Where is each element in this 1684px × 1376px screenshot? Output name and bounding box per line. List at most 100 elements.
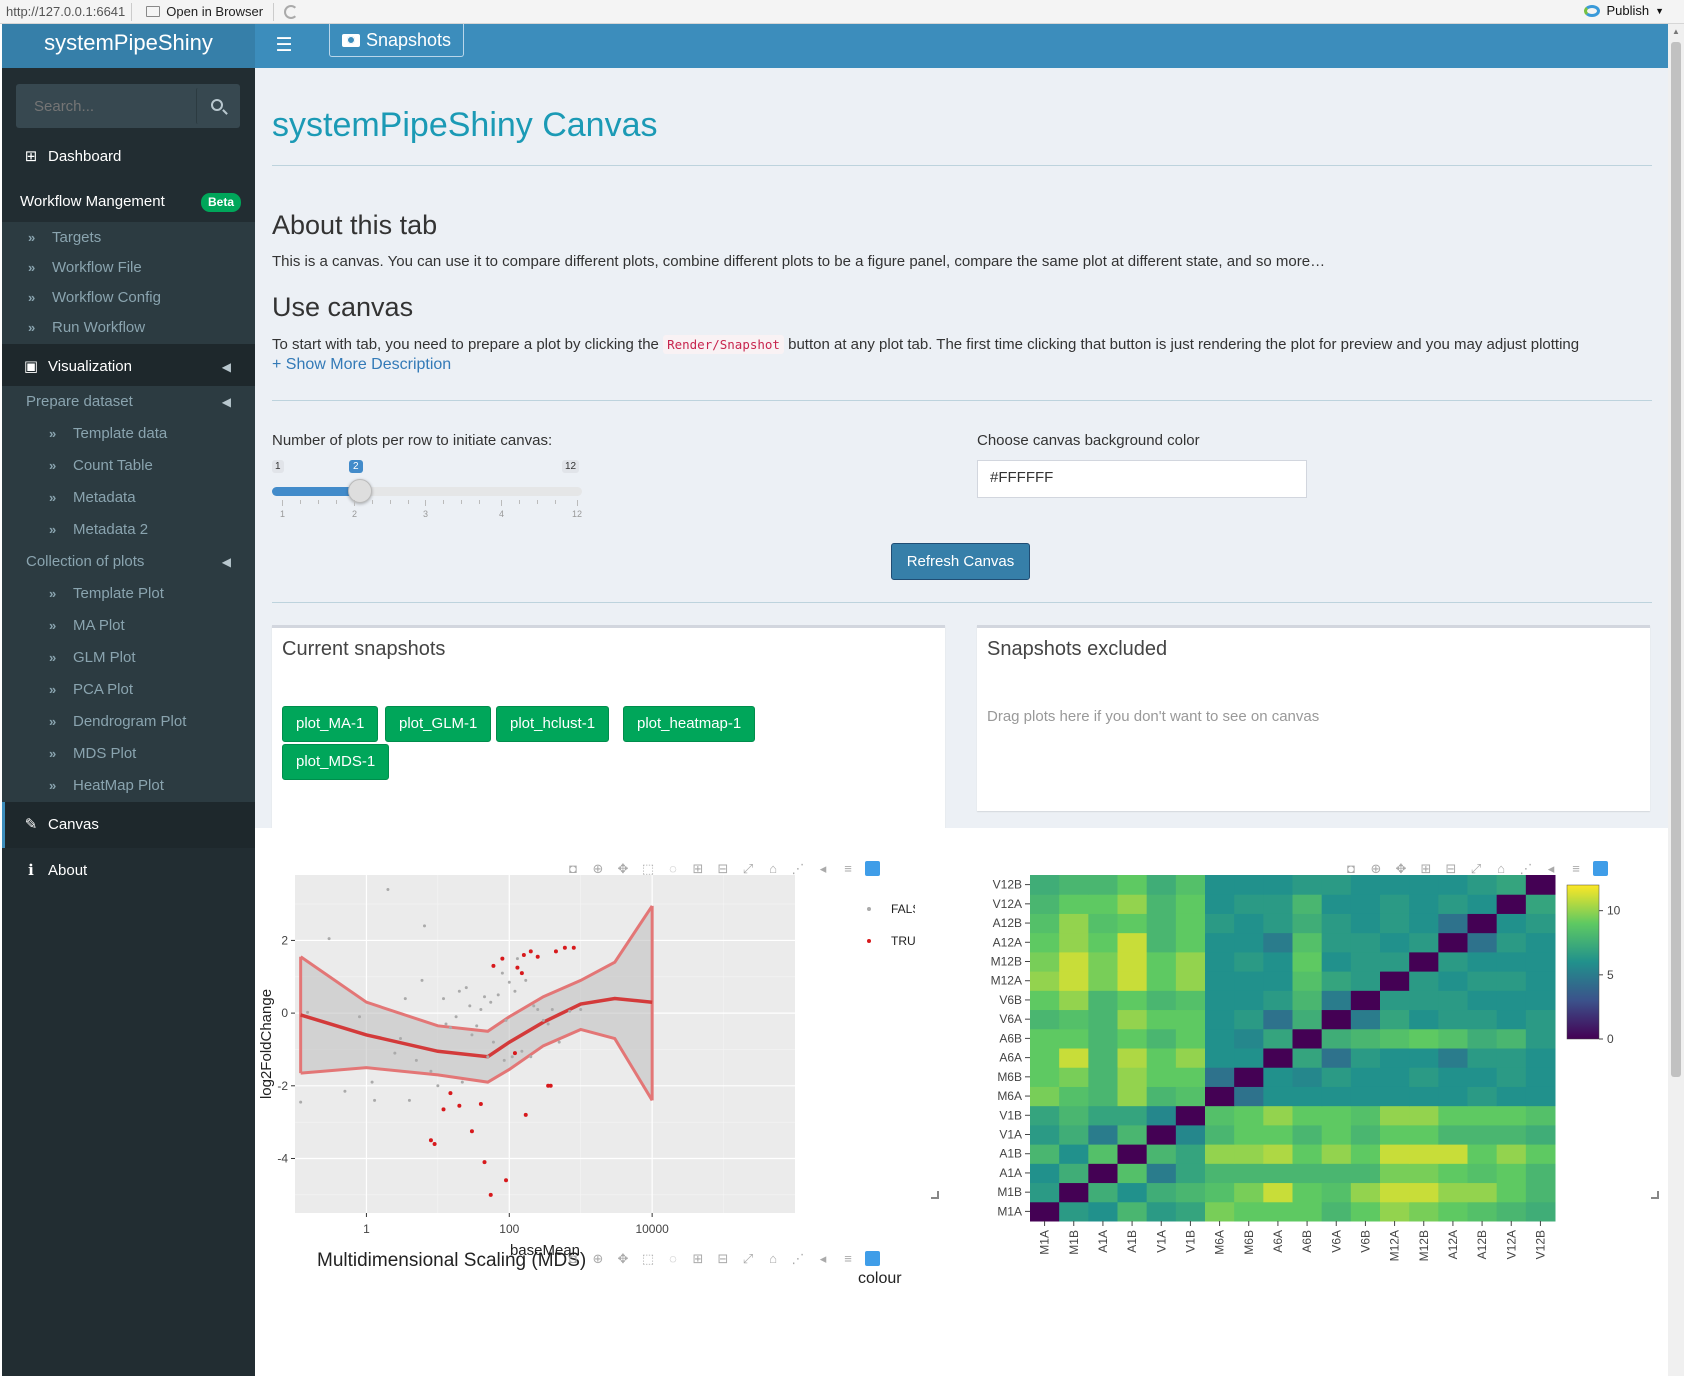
ma-plot[interactable]: 11001000020-2-4baseMeanlog2FoldChangepad… [255, 873, 915, 1293]
sidebar-item-glm-plot[interactable]: » GLM Plot [2, 642, 255, 674]
sidebar-item-canvas[interactable]: ✎ Canvas [2, 802, 255, 848]
box-select-icon[interactable]: ⬚ [640, 1251, 656, 1266]
snapshot-tag[interactable]: plot_heatmap-1 [623, 706, 756, 742]
x-tick-label: 100 [499, 1222, 519, 1236]
autoscale-icon[interactable]: ⤢ [740, 1251, 756, 1266]
camera-icon[interactable]: ◘ [565, 1251, 581, 1266]
point-nonsignificant [399, 1037, 403, 1041]
heatmap-cell [1059, 1182, 1089, 1203]
hover-closest-icon[interactable]: ◂ [815, 1251, 831, 1266]
bg-color-input[interactable]: #FFFFFF [977, 460, 1307, 498]
zoom-icon[interactable]: ⊕ [590, 1251, 606, 1266]
home-icon[interactable]: ⌂ [765, 1251, 781, 1266]
heatmap-cell [1205, 990, 1235, 1011]
zoom-in-icon[interactable]: ⊞ [690, 1251, 706, 1266]
top-navbar: ☰ Snapshots [255, 24, 1668, 68]
sidebar-item-template-data[interactable]: » Template data [2, 418, 255, 450]
slider-handle[interactable] [348, 479, 372, 503]
heatmap-cell [1380, 1124, 1410, 1145]
sidebar-item-metadata[interactable]: » Metadata [2, 482, 255, 514]
search-button[interactable] [196, 88, 240, 124]
sidebar-item-template-plot[interactable]: » Template Plot [2, 578, 255, 610]
sidebar-item-workflow-file[interactable]: » Workflow File [2, 252, 255, 284]
spike-lines-icon[interactable]: ⋰ [790, 1251, 806, 1266]
show-more-link[interactable]: + Show More Description [272, 356, 451, 374]
snapshot-tag[interactable]: plot_MDS-1 [282, 744, 390, 780]
heatmap-cell [1088, 1201, 1118, 1222]
heatmap-cell [1030, 1048, 1060, 1068]
heatmap-cell [1321, 1163, 1352, 1184]
heatmap-cell [1088, 951, 1118, 972]
heatmap-cell [1496, 1086, 1527, 1107]
zoom-out-icon[interactable]: ⊟ [715, 1251, 731, 1266]
sidebar-item-about[interactable]: ℹ About [2, 848, 255, 894]
sidebar-item-targets[interactable]: » Targets [2, 222, 255, 254]
heatmap-row-label: M1B [997, 1185, 1022, 1199]
snapshot-tag[interactable]: plot_MA-1 [282, 706, 379, 742]
hover-compare-icon[interactable]: ≡ [840, 1251, 856, 1266]
sidebar-item-label: Collection of plots [26, 553, 145, 570]
plots-per-row-slider[interactable]: 1 2 12 1 2 3 4 12 [272, 460, 582, 540]
heatmap-cell [1088, 1048, 1118, 1068]
heatmap-col-label: A1B [1125, 1230, 1139, 1253]
point-significant [535, 954, 540, 959]
sidebar-item-workflow-config[interactable]: » Workflow Config [2, 282, 255, 314]
resize-handle-icon[interactable] [1651, 1191, 1659, 1199]
hamburger-menu-icon[interactable]: ☰ [271, 34, 297, 57]
double-chevron-icon: » [49, 490, 57, 505]
heatmap-row-label: A6A [999, 1051, 1022, 1065]
sidebar-item-run-workflow[interactable]: » Run Workflow [2, 312, 255, 344]
point-nonsignificant [464, 986, 468, 990]
snapshot-tag[interactable]: plot_hclust-1 [496, 706, 610, 742]
lasso-icon[interactable]: ◌ [665, 1251, 681, 1266]
sidebar-item-dashboard[interactable]: ⊞ Dashboard [2, 134, 255, 180]
sidebar-item-label: MDS Plot [73, 745, 137, 762]
snapshot-tag[interactable]: plot_GLM-1 [385, 706, 492, 742]
heatmap-cell [1292, 1067, 1323, 1087]
heatmap-cell [1409, 875, 1439, 895]
heatmap-row-label: V1B [999, 1108, 1022, 1122]
sidebar-item-workflow[interactable]: Workflow Mangement Beta [2, 179, 255, 225]
heatmap-cell [1263, 894, 1293, 914]
heatmap-cell [1409, 951, 1439, 972]
pan-icon[interactable]: ✥ [615, 1251, 631, 1266]
publish-button[interactable]: Publish ▼ [1584, 3, 1664, 18]
sidebar-item-ma-plot[interactable]: » MA Plot [2, 610, 255, 642]
heatmap-cell [1059, 1028, 1089, 1049]
refresh-canvas-button[interactable]: Refresh Canvas [891, 543, 1030, 580]
sidebar-item-mds-plot[interactable]: » MDS Plot [2, 738, 255, 770]
heatmap-cell [1146, 1086, 1177, 1107]
colorbar-tick-label: 10 [1607, 904, 1621, 918]
mds-plot-title: Multidimensional Scaling (MDS) [317, 1250, 587, 1271]
slider-tick-label: 12 [572, 509, 583, 519]
sidebar-item-pca-plot[interactable]: » PCA Plot [2, 674, 255, 706]
heatmap-cell [1467, 1105, 1498, 1126]
sidebar-item-metadata-2[interactable]: » Metadata 2 [2, 514, 255, 546]
slider-tick [408, 500, 409, 504]
plotly-logo-icon[interactable] [865, 1251, 880, 1266]
snapshots-button[interactable]: Snapshots [329, 24, 465, 57]
heatmap-cell [1350, 1067, 1381, 1087]
heatmap-cell [1088, 1124, 1118, 1145]
snapshots-excluded-box[interactable]: Snapshots excluded Drag plots here if yo… [977, 625, 1650, 811]
heatmap-cell [1380, 1067, 1410, 1087]
resize-handle-icon[interactable] [931, 1191, 939, 1199]
sidebar-item-collection-of-plots[interactable]: Collection of plots ◀ [2, 546, 255, 578]
sidebar-item-dendrogram-plot[interactable]: » Dendrogram Plot [2, 706, 255, 738]
scroll-up-icon[interactable]: ▲ [1672, 27, 1680, 36]
sidebar-item-count-table[interactable]: » Count Table [2, 450, 255, 482]
vertical-scrollbar[interactable]: ▲ [1668, 24, 1684, 1376]
heatmap-cell [1030, 1086, 1060, 1107]
sidebar-item-visualization[interactable]: ▣ Visualization ◀ [2, 344, 255, 390]
sidebar-item-prepare-dataset[interactable]: Prepare dataset ◀ [2, 386, 255, 418]
point-nonsignificant [536, 1007, 540, 1011]
app-logo[interactable]: systemPipeShiny [2, 24, 255, 68]
heatmap-cell [1175, 875, 1206, 895]
heatmap-plot[interactable]: V12B V12A A12B A12A M12B M12A V6B V6A A6B A6A M6B M… [975, 873, 1655, 1293]
sidebar-item-heatmap-plot[interactable]: » HeatMap Plot [2, 770, 255, 802]
scrollbar-thumb[interactable] [1671, 42, 1681, 1077]
heatmap-cell [1350, 1009, 1381, 1030]
search-input[interactable] [22, 89, 184, 123]
open-in-browser-button[interactable]: Open in Browser [146, 4, 263, 19]
refresh-icon[interactable] [284, 4, 299, 19]
